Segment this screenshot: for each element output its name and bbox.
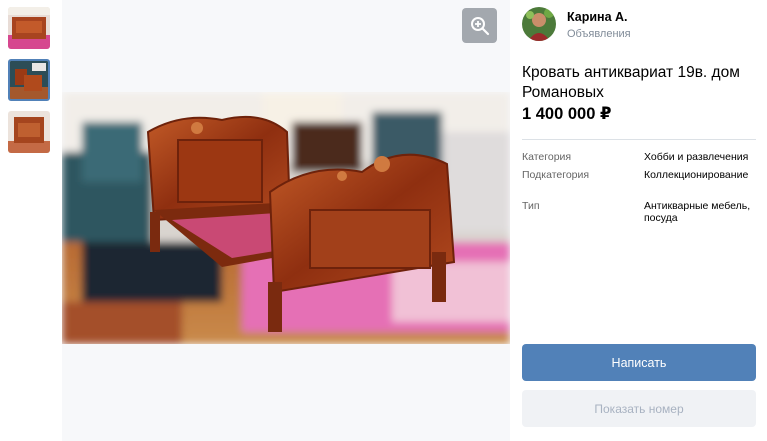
photo-thumbnail-2[interactable]: [8, 59, 50, 101]
photo-thumbnail-3[interactable]: [8, 111, 50, 153]
property-value-category: Хобби и развлечения: [644, 151, 749, 163]
listing-panel: Карина А. Объявления Кровать антиквариат…: [510, 0, 767, 441]
seller-subtitle[interactable]: Объявления: [567, 28, 631, 40]
property-value-type: Антикварные мебель, посуда: [644, 200, 751, 224]
property-label-subcategory: Подкатегория: [522, 169, 590, 181]
seller-avatar[interactable]: [522, 7, 556, 41]
bed-photo-image: [62, 92, 510, 344]
bed-thumbnail-image: [8, 111, 50, 153]
divider: [522, 139, 756, 140]
zoom-button[interactable]: [462, 8, 497, 43]
write-message-button[interactable]: Написать: [522, 344, 756, 381]
seller-name[interactable]: Карина А.: [567, 10, 628, 24]
property-value-subcategory: Коллекционирование: [644, 169, 749, 181]
photo-thumbnail-1[interactable]: [8, 7, 50, 49]
thumbnail-strip: [0, 0, 56, 441]
antique-bed-photo[interactable]: [62, 92, 510, 344]
bed-thumbnail-image: [8, 7, 50, 49]
listing-title: Кровать антиквариат 19в. дом Романовых: [522, 64, 740, 101]
zoom-in-icon: [470, 16, 489, 35]
bed-thumbnail-image: [10, 61, 48, 99]
property-label-category: Категория: [522, 151, 572, 163]
show-phone-button[interactable]: Показать номер: [522, 390, 756, 427]
property-label-type: Тип: [522, 200, 540, 212]
photo-viewer: [62, 0, 510, 441]
listing-price: 1 400 000 ₽: [522, 105, 612, 123]
avatar-icon: [522, 7, 556, 41]
